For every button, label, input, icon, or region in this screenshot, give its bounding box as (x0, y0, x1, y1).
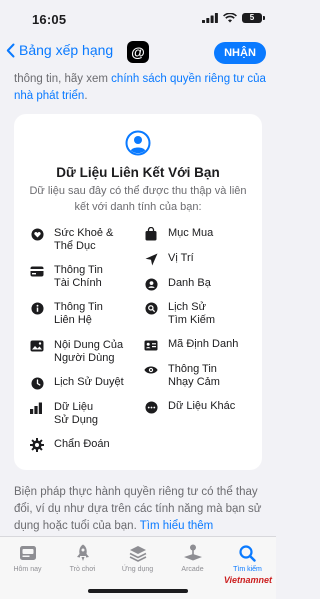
today-icon (0, 543, 55, 563)
id-card-icon (144, 338, 158, 352)
privacy-footer-text: Biện pháp thực hành quyền riêng tư có th… (14, 486, 262, 532)
chevron-left-icon (6, 43, 15, 57)
home-indicator (88, 589, 188, 593)
data-item-browsing-history: Lịch Sử Duyệt (30, 376, 124, 390)
data-item-sensitive-info: Thông Tin Nhạy Cảm (144, 363, 220, 389)
tab-bar: Hôm nay Trò chơi Ứng dụng Arcade Tìm kiế… (0, 536, 276, 599)
data-item-user-content: Nội Dung Của Người Dùng (30, 339, 123, 365)
credit-card-icon (30, 264, 44, 278)
data-item-location: Vị Trí (144, 252, 194, 266)
tab-search[interactable]: Tìm kiếm (220, 543, 275, 573)
data-item-financial: Thông Tin Tài Chính (30, 264, 103, 290)
search-icon (144, 301, 158, 315)
info-icon (30, 301, 44, 315)
cellular-signal-icon (202, 13, 218, 23)
watermark: Vietnamnet (223, 575, 272, 585)
more-icon (144, 400, 158, 414)
data-item-health: Sức Khoẻ & Thể Dục (30, 227, 113, 253)
back-label: Bảng xếp hạng (19, 42, 114, 58)
eye-icon (144, 363, 158, 377)
wifi-icon (223, 13, 237, 23)
joystick-icon (165, 543, 220, 563)
clock-icon (30, 376, 44, 390)
learn-more-link[interactable]: Tìm hiểu thêm (140, 520, 214, 532)
bag-icon (144, 227, 158, 241)
tab-arcade[interactable]: Arcade (165, 543, 220, 573)
person-circle-icon (125, 130, 151, 156)
data-item-diagnostics: Chẩn Đoán (30, 438, 110, 452)
tab-apps[interactable]: Ứng dụng (110, 543, 165, 573)
battery-icon: 5 (242, 13, 265, 23)
data-item-purchases: Mục Mua (144, 227, 213, 241)
search-icon (220, 543, 275, 563)
data-item-contact-info: Thông Tin Liên Hệ (30, 301, 103, 327)
get-button[interactable]: NHẬN (214, 42, 266, 64)
app-icon: @ (127, 41, 149, 63)
location-icon (144, 252, 158, 266)
photo-icon (30, 339, 44, 353)
data-item-other-data: Dữ Liệu Khác (144, 400, 235, 414)
back-button[interactable]: Bảng xếp hạng (6, 42, 113, 58)
gear-icon (30, 438, 44, 452)
nav-bar: Bảng xếp hạng @ NHẬN (0, 38, 276, 68)
status-icons: 5 (202, 13, 265, 23)
rocket-icon (55, 543, 110, 563)
tab-games[interactable]: Trò chơi (55, 543, 110, 573)
chart-icon (30, 401, 44, 415)
card-title: Dữ Liệu Liên Kết Với Bạn (56, 165, 220, 180)
status-time: 16:05 (32, 12, 67, 27)
heart-icon (30, 227, 44, 241)
data-linked-card: Dữ Liệu Liên Kết Với Bạn Dữ liệu sau đây… (14, 114, 262, 470)
contacts-icon (144, 277, 158, 291)
data-item-usage-data: Dữ Liệu Sử Dụng (30, 401, 98, 427)
tab-today[interactable]: Hôm nay (0, 543, 55, 573)
data-item-search-history: Lịch Sử Tìm Kiếm (144, 301, 215, 327)
card-subtitle: Dữ liệu sau đây có thể được thu thập và … (29, 185, 247, 213)
status-bar: 16:05 5 (0, 0, 276, 38)
stack-icon (110, 543, 165, 563)
data-item-contacts: Danh Bạ (144, 277, 211, 291)
privacy-intro-text: thông tin, hãy xem chính sách quyền riên… (14, 73, 266, 102)
data-item-identifiers: Mã Định Danh (144, 338, 238, 352)
